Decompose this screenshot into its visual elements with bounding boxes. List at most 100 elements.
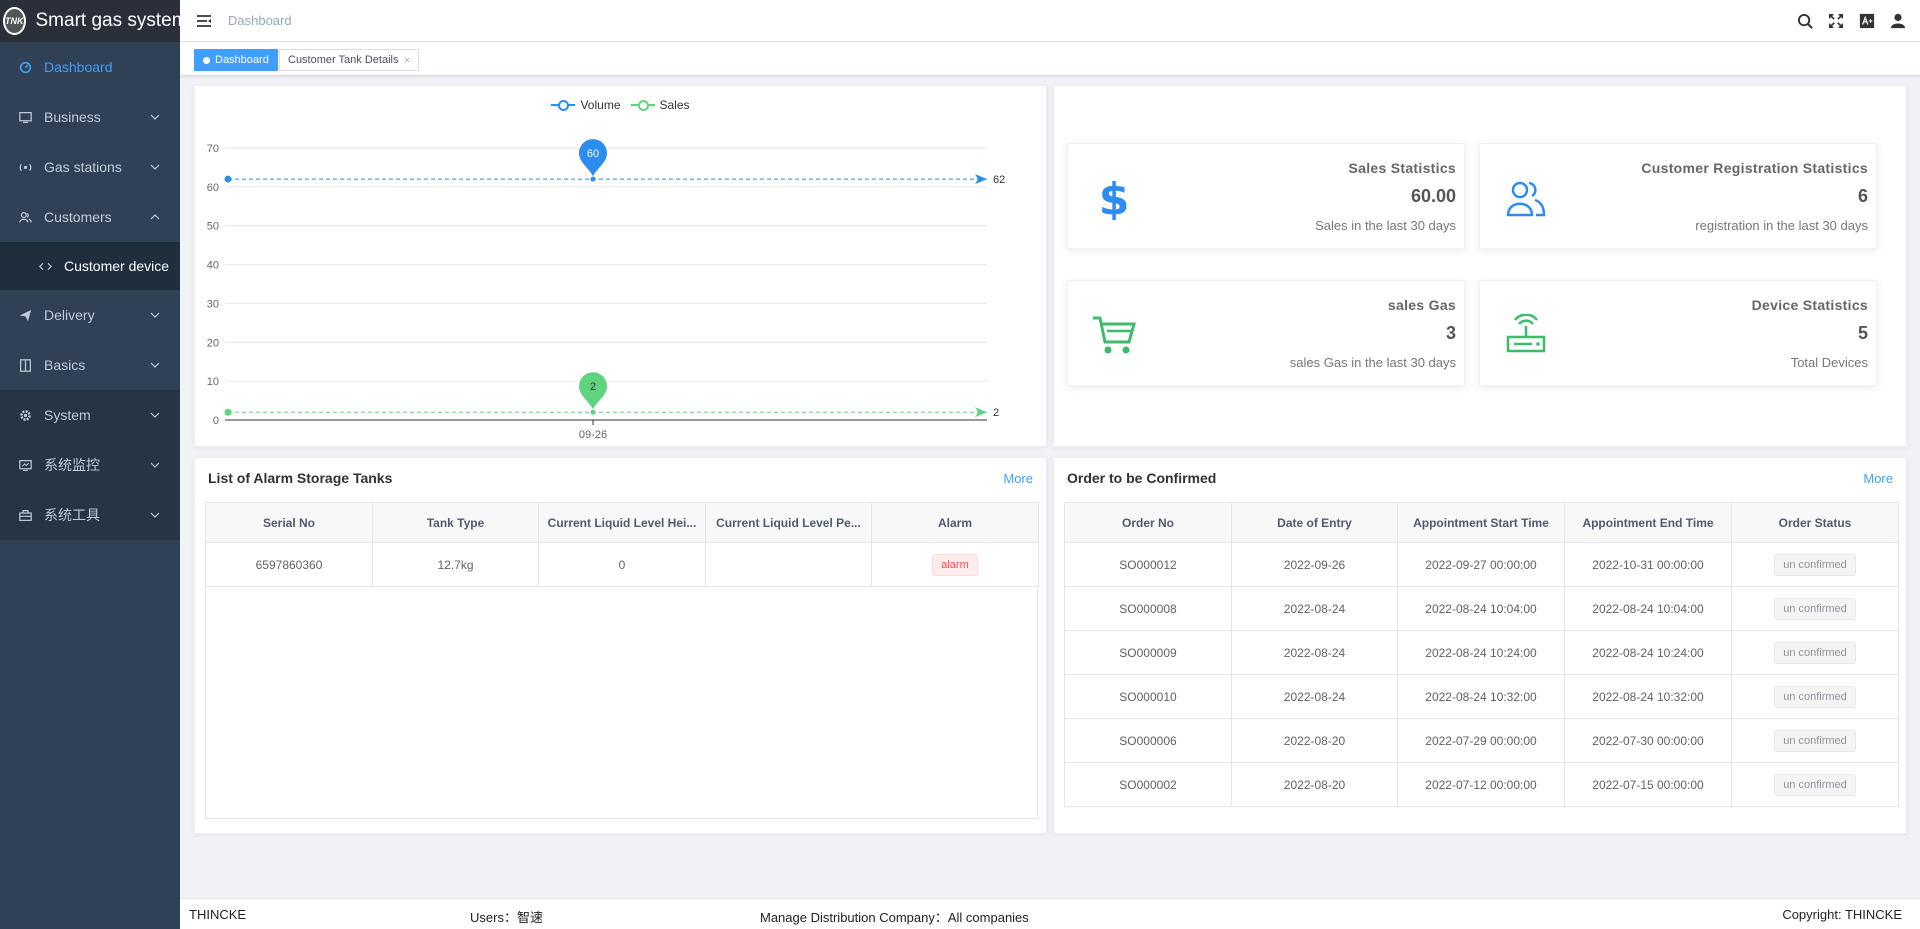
date-entry-cell: 2022-08-20 (1231, 762, 1398, 807)
column-header[interactable]: Current Liquid Level Hei... (538, 502, 706, 543)
series-data-point (590, 176, 596, 182)
sidebar-item-label: 系统监控 (44, 457, 100, 473)
stat-subtitle: registration in the last 30 days (1695, 218, 1868, 233)
sidebar-item-system[interactable]: System (0, 390, 180, 440)
sidebar-item-dashboard[interactable]: Dashboard (0, 42, 180, 92)
close-icon[interactable]: × (404, 50, 409, 70)
max-marker-label: 2 (590, 381, 596, 393)
series-start-point (224, 175, 232, 183)
column-header[interactable]: Date of Entry (1231, 502, 1398, 543)
max-marker-label: 60 (587, 148, 599, 160)
sidebar-item-business[interactable]: Business (0, 92, 180, 142)
orders-more-link[interactable]: More (1863, 471, 1893, 486)
stat-card-registration[interactable]: Customer Registration Statistics 6 regis… (1479, 143, 1877, 249)
shopping-cart-icon (1090, 311, 1138, 359)
logo[interactable]: TNK Smart gas system (0, 0, 188, 42)
level-percent-cell (705, 542, 872, 587)
send-icon (18, 308, 32, 322)
start-time-cell: 2022-08-24 10:32:00 (1397, 674, 1565, 719)
column-header[interactable]: Alarm (871, 502, 1039, 543)
dollar-icon: $ (1090, 174, 1138, 222)
stat-card-devices[interactable]: Device Statistics 5 Total Devices (1479, 280, 1877, 386)
alarm-table: Serial No Tank Type Current Liquid Level… (205, 502, 1039, 587)
y-tick-label: 50 (207, 221, 219, 233)
column-header[interactable]: Order Status (1731, 502, 1899, 543)
status-badge: un confirmed (1774, 597, 1856, 620)
y-tick-label: 30 (207, 298, 219, 310)
status-badge: un confirmed (1774, 773, 1856, 796)
dashboard-icon (18, 60, 32, 74)
search-icon[interactable] (1796, 12, 1814, 30)
chart-panel: Volume Sales 0 10 20 30 40 50 60 70 09-26 62 60 2 2 (194, 85, 1047, 447)
column-header[interactable]: Appointment End Time (1564, 502, 1732, 543)
table-row[interactable]: SO000006 2022-08-20 2022-07-29 00:00:00 202… (1064, 718, 1899, 763)
column-header[interactable]: Current Liquid Level Pe... (705, 502, 872, 543)
stat-subtitle: Total Devices (1790, 355, 1868, 370)
font-size-icon[interactable] (1858, 12, 1876, 30)
stat-text: sales Gas 3 sales Gas in the last 30 day… (1290, 297, 1456, 370)
logo-badge: TNK (3, 7, 26, 35)
start-time-cell: 2022-07-12 00:00:00 (1397, 762, 1565, 807)
order-no-cell: SO000002 (1064, 762, 1232, 807)
order-no-cell: SO000012 (1064, 542, 1232, 587)
sidebar-item-basics[interactable]: Basics (0, 340, 180, 390)
chevron-down-icon (150, 114, 160, 120)
order-no-cell: SO000006 (1064, 718, 1232, 763)
stat-text: Customer Registration Statistics 6 regis… (1641, 160, 1868, 233)
column-header[interactable]: Appointment Start Time (1397, 502, 1565, 543)
sidebar-item-system-monitor[interactable]: 系统监控 (0, 440, 180, 490)
code-icon (38, 259, 52, 273)
start-time-cell: 2022-07-29 00:00:00 (1397, 718, 1565, 763)
sidebar-item-customer-device[interactable]: Customer device (0, 242, 180, 290)
column-header[interactable]: Order No (1064, 502, 1232, 543)
chevron-down-icon (150, 462, 160, 468)
column-header[interactable]: Serial No (205, 502, 373, 543)
order-status-cell: un confirmed (1731, 762, 1899, 807)
date-entry-cell: 2022-08-20 (1231, 718, 1398, 763)
column-header[interactable]: Tank Type (372, 502, 539, 543)
order-status-cell: un confirmed (1731, 674, 1899, 719)
date-entry-cell: 2022-08-24 (1231, 674, 1398, 719)
hamburger-icon[interactable] (196, 14, 212, 28)
tag-dashboard[interactable]: Dashboard (194, 49, 278, 71)
chevron-down-icon (150, 362, 160, 368)
table-row[interactable]: SO000012 2022-09-26 2022-09-27 00:00:00 202… (1064, 542, 1899, 587)
sidebar-item-gas-stations[interactable]: Gas stations (0, 142, 180, 192)
table-row[interactable]: SO000002 2022-08-20 2022-07-12 00:00:00 202… (1064, 762, 1899, 807)
peoples-icon (18, 210, 32, 224)
alarm-cell: alarm (871, 542, 1039, 587)
chevron-down-icon (150, 312, 160, 318)
panel-title: Order to be Confirmed (1067, 470, 1217, 486)
sidebar-item-delivery[interactable]: Delivery (0, 290, 180, 340)
fullscreen-icon[interactable] (1827, 12, 1845, 30)
stat-card-sales[interactable]: $ Sales Statistics 60.00 Sales in the la… (1067, 143, 1465, 249)
table-row[interactable]: SO000008 2022-08-24 2022-08-24 10:04:00 202… (1064, 586, 1899, 631)
chevron-down-icon (150, 164, 160, 170)
end-time-cell: 2022-07-30 00:00:00 (1564, 718, 1732, 763)
date-entry-cell: 2022-09-26 (1231, 542, 1398, 587)
alarm-more-link[interactable]: More (1003, 471, 1033, 486)
series-end-label: 62 (993, 174, 1005, 186)
table-row[interactable]: SO000009 2022-08-24 2022-08-24 10:24:00 202… (1064, 630, 1899, 675)
tag-label: Dashboard (215, 54, 269, 66)
active-dot-icon (203, 56, 210, 64)
status-badge: un confirmed (1774, 641, 1856, 664)
stat-title: Sales Statistics (1348, 160, 1456, 176)
series-start-point (224, 408, 232, 416)
y-tick-label: 40 (207, 260, 219, 272)
sidebar-item-system-tools[interactable]: 系统工具 (0, 490, 180, 540)
table-row[interactable]: SO000010 2022-08-24 2022-08-24 10:32:00 202… (1064, 674, 1899, 719)
orders-panel: Order to be Confirmed More Order No Date… (1053, 457, 1907, 834)
status-badge: un confirmed (1774, 685, 1856, 708)
order-no-cell: SO000009 (1064, 630, 1232, 675)
table-row[interactable]: 6597860360 12.7kg 0 alarm (205, 542, 1039, 587)
stat-title: Customer Registration Statistics (1641, 160, 1868, 176)
station-icon (18, 160, 32, 174)
user-avatar-icon[interactable] (1889, 12, 1907, 30)
tag-customer-tank-details[interactable]: Customer Tank Details × (279, 49, 419, 71)
table-header-row: Serial No Tank Type Current Liquid Level… (205, 502, 1039, 543)
series-end-label: 2 (993, 407, 999, 419)
stat-subtitle: Sales in the last 30 days (1315, 218, 1456, 233)
sidebar-item-customers[interactable]: Customers (0, 192, 180, 242)
stat-card-sales-gas[interactable]: sales Gas 3 sales Gas in the last 30 day… (1067, 280, 1465, 386)
